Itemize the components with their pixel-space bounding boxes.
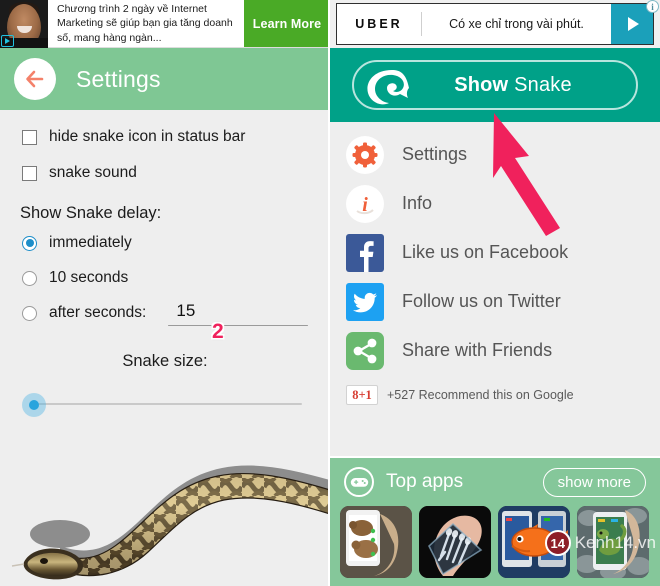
- uber-brand-label: UBER: [355, 17, 403, 31]
- top-apps-header: Top apps show more: [330, 458, 660, 506]
- info-italic-icon: i: [356, 194, 374, 216]
- menu-item-settings[interactable]: Settings: [330, 130, 660, 179]
- checkbox-snake-sound[interactable]: [22, 165, 37, 181]
- menu-item-facebook[interactable]: Like us on Facebook: [330, 228, 660, 277]
- menu-item-twitter[interactable]: Follow us on Twitter: [330, 277, 660, 326]
- google-plus-one-row[interactable]: 8+1 +527 Recommend this on Google: [330, 375, 660, 415]
- radio-label: after seconds:: [49, 304, 147, 321]
- snake-size-title: Snake size:: [122, 352, 208, 370]
- radio-label: immediately: [49, 234, 132, 251]
- show-snake-label-bold: Show: [454, 73, 509, 96]
- advertiser-portrait-icon: [0, 0, 48, 48]
- show-snake-button[interactable]: Show Snake: [352, 60, 638, 110]
- settings-header: Settings: [0, 48, 328, 110]
- slider-thumb[interactable]: [29, 400, 39, 410]
- radio-row-ten-seconds[interactable]: 10 seconds: [0, 263, 328, 293]
- info-icon-wrap: i: [346, 184, 384, 223]
- show-more-button[interactable]: show more: [542, 467, 646, 497]
- checkbox-label: snake sound: [49, 164, 137, 181]
- google-plus-one-badge[interactable]: 8+1: [346, 385, 378, 405]
- menu-item-label: Like us on Facebook: [402, 242, 569, 262]
- app-tile-mouse[interactable]: [340, 506, 412, 578]
- menu-item-label: Share with Friends: [402, 340, 553, 360]
- annotation-marker-2: 2: [212, 320, 224, 343]
- share-icon: [346, 331, 384, 370]
- gamepad-icon: [350, 478, 368, 487]
- back-button[interactable]: [14, 58, 56, 100]
- twitter-icon: [346, 282, 384, 321]
- seconds-input-wrap[interactable]: 15: [168, 300, 308, 326]
- gamepad-icon-wrap: [344, 467, 374, 497]
- snake-size-slider[interactable]: [22, 391, 308, 417]
- show-snake-label: Show Snake: [454, 74, 572, 97]
- google-plus-one-text: +527 Recommend this on Google: [387, 388, 574, 402]
- menu-item-label: Follow us on Twitter: [402, 291, 561, 311]
- right-panel-main-screen: UBER Có xe chỉ trong vài phút. i Show Sn…: [330, 0, 660, 586]
- left-panel-settings-screen: Chương trình 2 ngày về Internet Marketin…: [0, 0, 330, 586]
- input-underline: [168, 324, 308, 326]
- show-snake-hero: Show Snake: [330, 48, 660, 122]
- menu-item-label: Settings: [402, 144, 468, 164]
- menu-item-share[interactable]: Share with Friends: [330, 326, 660, 375]
- python-snake-illustration: [11, 465, 328, 580]
- snake-head-shadow: [30, 520, 90, 548]
- facebook-icon-wrap: [346, 233, 384, 272]
- top-apps-grid: [330, 506, 660, 578]
- app-tile-xray[interactable]: [419, 506, 491, 578]
- seconds-input[interactable]: 15: [168, 300, 308, 322]
- back-arrow-icon: [26, 70, 44, 88]
- admob-banner[interactable]: Chương trình 2 ngày về Internet Marketin…: [0, 0, 328, 48]
- radio-label: 10 seconds: [49, 269, 129, 286]
- page-title: Settings: [76, 65, 161, 92]
- gear-icon: [352, 142, 378, 167]
- menu-item-label: Info: [402, 193, 433, 213]
- settings-body: hide snake icon in status bar snake soun…: [0, 122, 328, 586]
- radio-after-seconds[interactable]: [22, 305, 37, 321]
- top-apps-section: Top apps show more 14 Kenh14.vn: [330, 456, 660, 586]
- radio-row-immediately[interactable]: immediately: [0, 228, 328, 258]
- show-snake-label-light: Snake: [508, 73, 572, 96]
- facebook-icon: [346, 233, 384, 272]
- ad-text: Chương trình 2 ngày về Internet Marketin…: [57, 2, 233, 44]
- checkbox-label: hide snake icon in status bar: [49, 128, 246, 145]
- checkbox-row-snake-sound[interactable]: snake sound: [0, 158, 328, 188]
- ad-choices-icon[interactable]: [1, 35, 14, 47]
- learn-more-button[interactable]: Learn More: [244, 0, 328, 47]
- app-tile-lizard[interactable]: [577, 506, 649, 578]
- menu-item-info[interactable]: i Info: [330, 179, 660, 228]
- share-icon-wrap: [346, 331, 384, 370]
- slider-track[interactable]: [30, 403, 302, 405]
- app-tile-fish[interactable]: [498, 506, 570, 578]
- uber-ad-banner[interactable]: UBER Có xe chỉ trong vài phút. i: [330, 0, 660, 48]
- radio-immediately[interactable]: [22, 235, 37, 251]
- radio-row-after-seconds[interactable]: after seconds: 15: [0, 298, 328, 328]
- main-menu-list: Settings i Info Like us on Facebook Foll…: [330, 122, 660, 415]
- gear-icon-wrap: [346, 135, 384, 174]
- checkbox-row-hide-icon[interactable]: hide snake icon in status bar: [0, 122, 328, 152]
- checkbox-hide-snake-icon[interactable]: [22, 129, 37, 145]
- uber-ad-message: Có xe chỉ trong vài phút.: [449, 17, 584, 31]
- twitter-icon-wrap: [346, 282, 384, 321]
- radio-10-seconds[interactable]: [22, 270, 37, 286]
- cobra-logo-icon: [367, 70, 409, 105]
- app-screenshot: Chương trình 2 ngày về Internet Marketin…: [0, 0, 660, 586]
- info-circle-icon[interactable]: i: [646, 0, 659, 13]
- top-apps-title: Top apps: [386, 471, 464, 492]
- delay-group-title: Show Snake delay:: [20, 204, 162, 222]
